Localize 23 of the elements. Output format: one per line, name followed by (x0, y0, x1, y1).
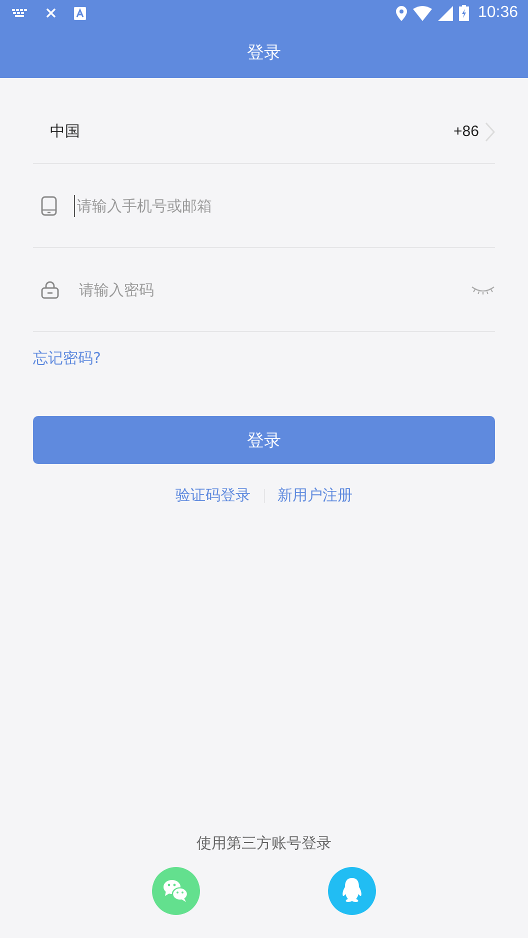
lock-icon (41, 280, 59, 298)
signal-icon (438, 6, 453, 20)
font-icon (74, 6, 86, 20)
penguin-button[interactable] (328, 867, 376, 915)
status-time: 10:36 (478, 4, 518, 22)
closed-eye-icon[interactable] (471, 284, 495, 294)
text-link[interactable]: 新用户注册 (278, 486, 352, 505)
keyboard-icon (12, 8, 28, 18)
phone-icon (41, 196, 57, 216)
country-selector[interactable]: 中国 +86 (33, 100, 495, 164)
input-field[interactable]: 请输入密码 (76, 278, 454, 300)
chat-bubbles-button[interactable] (152, 867, 200, 915)
wifi-icon (412, 6, 432, 20)
text-link[interactable]: 验证码登录 (176, 486, 250, 505)
chevron-right-icon (485, 122, 495, 142)
close-icon (46, 8, 56, 18)
input-field[interactable]: 请输入手机号或邮箱 (74, 194, 495, 216)
login-button[interactable]: 登录 (33, 416, 495, 464)
page-title: 登录 (247, 42, 281, 64)
battery-icon (458, 5, 469, 21)
location-icon (396, 6, 407, 20)
forgot-password-link[interactable]: 忘记密码? (33, 349, 101, 368)
third-party-login-label: 使用第三方账号登录 (196, 834, 332, 853)
